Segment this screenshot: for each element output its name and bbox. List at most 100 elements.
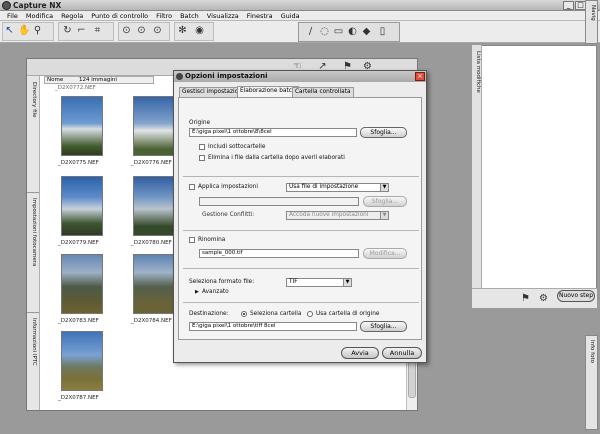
lasso-icon[interactable]: ◌ <box>319 26 330 38</box>
origin-browse-button[interactable]: Sfoglia... <box>360 127 407 138</box>
delete-after-checkbox[interactable] <box>199 155 205 161</box>
dialog-title-bar: Opzioni impostazioni <box>174 71 426 82</box>
include-subfolders-label: Includi sottocartelle <box>208 144 266 150</box>
sort-by-name[interactable]: Nome <box>47 77 63 83</box>
thumbnail-label: _D2X0776.NEF <box>131 160 172 166</box>
cancel-button[interactable]: Annulla <box>382 347 422 359</box>
thumbnail-image[interactable] <box>61 254 103 314</box>
photo-info-panel[interactable]: Info foto <box>585 335 598 430</box>
apply-settings-label: Applica impostazioni <box>198 184 258 190</box>
marquee-icon[interactable]: ▭ <box>333 26 344 38</box>
image-count: 124 immagini <box>78 77 117 83</box>
select-folder-radio[interactable] <box>241 311 247 317</box>
menu-filter[interactable]: Filtro <box>152 11 176 20</box>
white-point-icon[interactable]: ⊙ <box>152 25 163 37</box>
settings-source-value: Usa file di impostazione <box>289 184 359 190</box>
chevron-down-icon: ▼ <box>380 184 388 191</box>
crop-icon[interactable]: ⌗ <box>92 25 103 37</box>
app-title: Capture NX <box>13 1 62 10</box>
rename-label: Rinomina <box>198 237 226 243</box>
menu-control-point[interactable]: Punto di controllo <box>87 11 152 20</box>
divider <box>183 230 419 231</box>
tab-iptc-info[interactable]: Informazioni IPTC <box>28 318 39 366</box>
flag-icon[interactable]: ⚑ <box>520 293 531 305</box>
menu-window[interactable]: Finestra <box>243 11 277 20</box>
dust-icon[interactable]: ✻ <box>177 25 188 37</box>
thumbnail-label: _D2X0779.NEF <box>58 240 99 246</box>
menu-adjust[interactable]: Regola <box>57 11 87 20</box>
start-button[interactable]: Avvia <box>341 347 379 359</box>
chevron-down-icon: ▼ <box>343 279 351 286</box>
thumbnail-image[interactable] <box>61 176 103 236</box>
brush-icon[interactable]: ∕ <box>305 26 316 38</box>
dialog-close-icon[interactable]: × <box>415 72 425 81</box>
origin-path-field[interactable]: E:\giga pixel\1 ottobre\8\8cel <box>189 128 357 137</box>
gradient-icon[interactable]: ◐ <box>347 26 358 38</box>
edit-list-tab[interactable]: Lista modifiche <box>472 45 482 308</box>
menu-help[interactable]: Guida <box>277 11 304 20</box>
settings-browse-button[interactable]: Sfoglia... <box>363 196 407 207</box>
rotate-icon[interactable]: ↻ <box>62 25 73 37</box>
selection-tools-panel: ∕ ◌ ▭ ◐ ◆ ▯ <box>298 22 400 42</box>
direct-select-icon[interactable]: ↖ <box>4 25 15 37</box>
photo-info-label: Info foto <box>589 340 595 363</box>
thumbnail-label: _D2X0784.NEF <box>131 318 172 324</box>
thumbnail-image[interactable] <box>133 254 175 314</box>
thumbnail-image[interactable] <box>133 96 175 156</box>
include-subfolders-checkbox[interactable] <box>199 144 205 150</box>
thumbnail-header: Nome 124 immagini <box>44 76 154 84</box>
eye-icon[interactable]: ◉ <box>194 25 205 37</box>
destination-browse-button[interactable]: Sfoglia... <box>360 321 407 332</box>
origin-label: Origine <box>189 120 211 126</box>
rename-field[interactable]: sample_000.tif <box>199 249 359 258</box>
destination-path-field[interactable]: E:\giga pixel\1 ottobre\tiff 8cel <box>189 322 357 331</box>
apply-settings-checkbox[interactable] <box>189 184 195 190</box>
thumbnail-image[interactable] <box>61 331 103 391</box>
navigator-tab-label: Navig <box>590 5 596 21</box>
hand-icon[interactable]: ✋ <box>18 25 30 37</box>
app-title-bar: Capture NX <box>0 0 600 11</box>
dialog-title: Opzioni impostazioni <box>185 72 268 80</box>
browser-side-tabs: Directory file Impostazioni fotocamera I… <box>27 76 40 410</box>
thumbnail-image[interactable] <box>61 96 103 156</box>
file-format-select[interactable]: TIF ▼ <box>286 278 352 287</box>
minimize-icon[interactable]: _ <box>563 1 574 10</box>
divider <box>183 302 419 303</box>
menu-file[interactable]: File <box>3 11 22 20</box>
rename-modify-button[interactable]: Modifica... <box>363 248 407 259</box>
rename-checkbox[interactable] <box>189 237 195 243</box>
thumbnail-label: _D2X0787.NEF <box>58 395 99 401</box>
use-origin-folder-radio[interactable] <box>307 311 313 317</box>
file-format-value: TIF <box>289 279 298 285</box>
gear-icon[interactable]: ⚙ <box>538 293 549 305</box>
destination-label: Destinazione: <box>189 311 229 317</box>
advanced-label[interactable]: Avanzato <box>202 289 229 295</box>
black-point-icon[interactable]: ⊙ <box>121 25 132 37</box>
new-step-button[interactable]: Nuovo step <box>557 290 595 302</box>
file-format-label: Seleziona formato file: <box>189 279 255 285</box>
disclosure-triangle-icon[interactable]: ▶ <box>195 289 199 295</box>
thumbnail-label: _D2X0780.NEF <box>131 240 172 246</box>
settings-source-select[interactable]: Usa file di impostazione ▼ <box>286 183 389 192</box>
edit-list-panel <box>472 45 597 308</box>
menu-edit[interactable]: Modifica <box>22 11 57 20</box>
settings-file-field[interactable] <box>199 197 359 206</box>
conflict-select[interactable]: Accoda nuove impostazioni ▼ <box>286 211 389 220</box>
straighten-icon[interactable]: ⌐ <box>76 25 87 37</box>
menu-batch[interactable]: Batch <box>176 11 203 20</box>
color-point-icon[interactable]: ⊙ <box>136 25 147 37</box>
navigator-panel[interactable]: Navig <box>585 0 598 44</box>
prev-label: _D2X0772.NEF <box>55 85 96 91</box>
tab-file-directory[interactable]: Directory file <box>28 82 39 117</box>
menu-view[interactable]: Visualizza <box>203 11 243 20</box>
chevron-down-icon: ▼ <box>380 212 388 219</box>
thumbnail-label: _D2X0783.NEF <box>58 318 99 324</box>
fill-icon[interactable]: ◆ <box>361 26 372 38</box>
eraser-icon[interactable]: ▯ <box>377 26 388 38</box>
divider <box>183 176 419 177</box>
zoom-icon[interactable]: ⚲ <box>32 25 43 37</box>
tab-camera-settings[interactable]: Impostazioni fotocamera <box>28 198 39 266</box>
batch-processing-panel: Origine E:\giga pixel\1 ottobre\8\8cel S… <box>178 97 422 340</box>
conflict-label: Gestione Conflitti: <box>202 212 255 218</box>
thumbnail-image[interactable] <box>133 176 175 236</box>
